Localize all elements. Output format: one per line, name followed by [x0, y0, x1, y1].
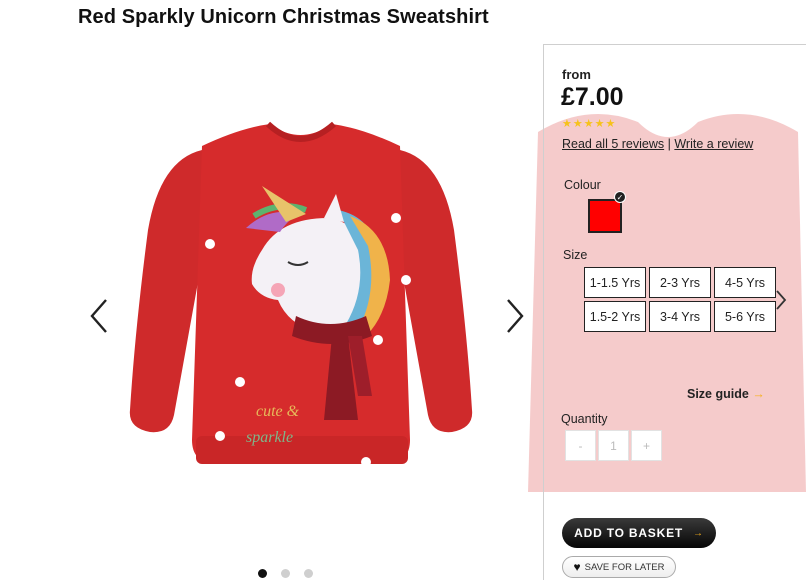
chevron-right-icon	[776, 290, 787, 310]
quantity-decrease-button[interactable]: -	[565, 430, 596, 461]
size-option[interactable]: 4-5 Yrs	[714, 267, 776, 298]
heart-icon: ♥	[573, 560, 581, 574]
gallery-dot-1[interactable]	[258, 569, 267, 578]
gallery-prev-button[interactable]	[86, 296, 112, 336]
star-icon: ★	[562, 118, 572, 130]
purchase-panel: from £7.00 ★ ★ ★ ★ ★ Read all 5 reviews …	[543, 44, 806, 580]
colour-label: Colour	[564, 178, 601, 192]
gallery-dot-2[interactable]	[281, 569, 290, 578]
save-for-later-button[interactable]: ♥ SAVE FOR LATER	[562, 556, 676, 578]
image-text-cute: cute &	[256, 403, 300, 420]
size-option[interactable]: 2-3 Yrs	[649, 267, 711, 298]
read-reviews-link[interactable]: Read all 5 reviews	[562, 137, 664, 151]
star-icon: ★	[594, 118, 605, 130]
product-image: cute & sparkle	[129, 121, 473, 467]
size-guide-label: Size guide	[687, 387, 749, 401]
reviews-separator: |	[667, 137, 671, 151]
add-to-basket-label: ADD TO BASKET	[574, 526, 684, 540]
star-icon: ★	[583, 118, 594, 130]
size-option[interactable]: 5-6 Yrs	[714, 301, 776, 332]
quantity-label: Quantity	[561, 412, 608, 426]
size-guide-link[interactable]: Size guide →	[687, 387, 765, 401]
gallery-next-button[interactable]	[502, 296, 528, 336]
quantity-stepper: - 1 +	[565, 430, 662, 461]
arrow-right-icon: →	[693, 527, 704, 539]
colour-swatch-red[interactable]	[588, 199, 622, 233]
size-options: 1-1.5 Yrs 2-3 Yrs 4-5 Yrs 1.5-2 Yrs 3-4 …	[584, 267, 776, 332]
chevron-left-icon	[90, 299, 107, 333]
image-text-sparkle: sparkle	[246, 429, 293, 446]
size-label: Size	[563, 248, 588, 262]
chevron-right-icon	[507, 299, 524, 333]
reviews-links: Read all 5 reviews | Write a review	[562, 137, 753, 151]
price: £7.00	[561, 83, 624, 111]
image-gallery: cute & sparkle	[80, 40, 540, 580]
add-to-basket-button[interactable]: ADD TO BASKET →	[562, 518, 716, 548]
write-review-link[interactable]: Write a review	[674, 137, 753, 151]
size-option[interactable]: 1.5-2 Yrs	[584, 301, 646, 332]
sizes-scroll-right-button[interactable]	[774, 289, 788, 311]
star-icon: ★	[572, 118, 583, 130]
size-option[interactable]: 1-1.5 Yrs	[584, 267, 646, 298]
gallery-dots	[258, 569, 313, 578]
star-icon: ★	[605, 118, 616, 130]
gallery-dot-3[interactable]	[304, 569, 313, 578]
quantity-increase-button[interactable]: +	[631, 430, 662, 461]
quantity-value[interactable]: 1	[598, 430, 629, 461]
check-icon: ✓	[614, 191, 626, 203]
save-for-later-label: SAVE FOR LATER	[584, 561, 665, 573]
rating-stars: ★ ★ ★ ★ ★	[562, 119, 615, 130]
arrow-right-icon: →	[752, 387, 765, 401]
product-title: Red Sparkly Unicorn Christmas Sweatshirt	[78, 6, 489, 28]
price-from-label: from	[562, 67, 591, 82]
size-option[interactable]: 3-4 Yrs	[649, 301, 711, 332]
